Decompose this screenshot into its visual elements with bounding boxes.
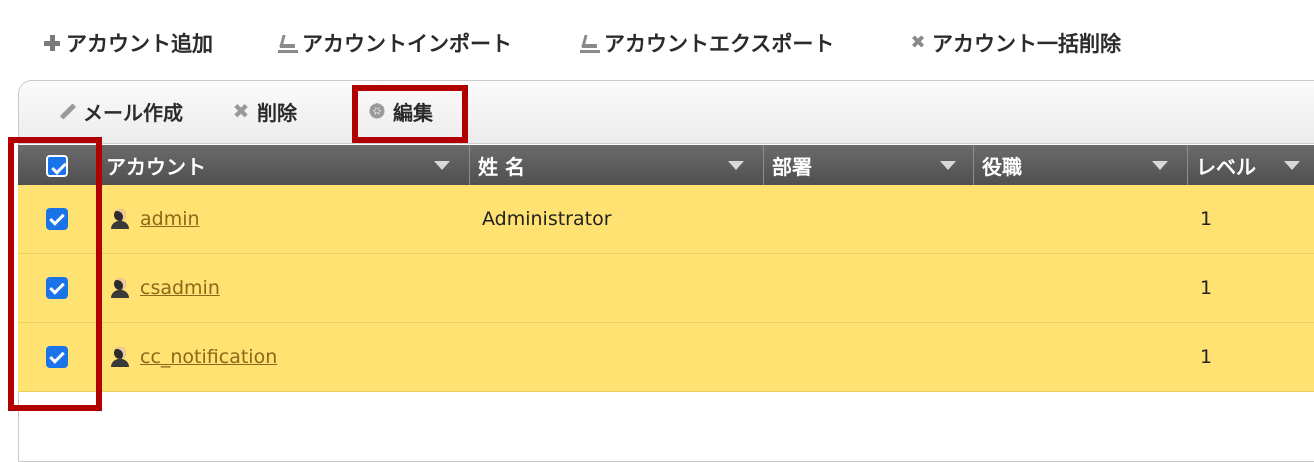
add-account-button[interactable]: アカウント追加 <box>42 28 213 58</box>
import-icon <box>278 33 298 53</box>
sort-arrow-icon[interactable] <box>434 161 450 170</box>
account-link[interactable]: csadmin <box>140 277 220 299</box>
gear-icon <box>367 99 387 123</box>
user-icon <box>110 208 130 230</box>
compose-mail-label: メール作成 <box>83 100 183 125</box>
column-name-label: 姓 名 <box>478 154 525 179</box>
user-icon <box>110 277 130 299</box>
delete-icon: ✖ <box>232 99 250 123</box>
sort-arrow-icon[interactable] <box>1152 161 1168 170</box>
table-row[interactable]: admin Administrator 1 <box>18 185 1314 254</box>
table-row[interactable]: cc_notification 1 <box>18 323 1314 392</box>
account-cell: csadmin <box>98 254 220 322</box>
name-cell <box>470 254 482 322</box>
level-cell: 1 <box>1200 346 1213 368</box>
bulk-delete-label: アカウント一括削除 <box>932 32 1121 56</box>
delete-button[interactable]: ✖ 削除 <box>231 95 297 127</box>
account-link[interactable]: cc_notification <box>140 346 277 368</box>
row-checkbox[interactable] <box>46 346 68 368</box>
top-toolbar: アカウント追加 アカウントインポート アカウントエクスポート ✖ アカウント一括… <box>0 0 1314 82</box>
select-all-checkbox[interactable] <box>46 155 68 177</box>
name-cell <box>470 323 482 391</box>
column-department[interactable]: 部署 <box>764 145 974 185</box>
column-department-label: 部署 <box>772 154 812 179</box>
account-table: アカウント 姓 名 部署 役職 レベル admin Administrator … <box>18 145 1314 392</box>
account-cell: cc_notification <box>98 323 277 391</box>
edit-label: 編集 <box>393 100 433 125</box>
delete-label: 削除 <box>257 100 297 125</box>
column-position-label: 役職 <box>982 154 1022 179</box>
import-account-label: アカウントインポート <box>302 32 512 56</box>
compose-mail-button[interactable]: メール作成 <box>57 95 183 127</box>
level-cell: 1 <box>1200 208 1213 230</box>
column-account[interactable]: アカウント <box>98 145 470 185</box>
row-checkbox[interactable] <box>46 277 68 299</box>
column-position[interactable]: 役職 <box>974 145 1188 185</box>
name-cell: Administrator <box>482 208 612 230</box>
bulk-delete-button[interactable]: ✖ アカウント一括削除 <box>908 28 1121 58</box>
panel-toolbar: メール作成 ✖ 削除 編集 <box>19 81 1314 144</box>
edit-button[interactable]: 編集 <box>367 95 433 127</box>
row-checkbox[interactable] <box>46 208 68 230</box>
account-cell: admin <box>98 185 200 253</box>
sort-arrow-icon[interactable] <box>728 161 744 170</box>
column-level-label: レベル <box>1196 154 1256 179</box>
account-link[interactable]: admin <box>140 208 200 230</box>
table-header: アカウント 姓 名 部署 役職 レベル <box>18 145 1314 185</box>
pencil-icon <box>57 101 77 121</box>
plus-icon <box>42 33 62 53</box>
add-account-label: アカウント追加 <box>66 32 213 56</box>
header-select-cell <box>18 145 98 185</box>
level-cell: 1 <box>1200 277 1213 299</box>
column-account-label: アカウント <box>106 154 206 179</box>
sort-arrow-icon[interactable] <box>1284 161 1300 170</box>
column-level[interactable]: レベル <box>1188 145 1314 185</box>
user-icon <box>110 346 130 368</box>
export-account-button[interactable]: アカウントエクスポート <box>580 28 834 58</box>
bulk-delete-icon: ✖ <box>910 32 926 53</box>
export-icon <box>580 33 600 53</box>
sort-arrow-icon[interactable] <box>940 161 956 170</box>
export-account-label: アカウントエクスポート <box>604 32 835 56</box>
import-account-button[interactable]: アカウントインポート <box>278 28 512 58</box>
table-row[interactable]: csadmin 1 <box>18 254 1314 323</box>
column-name[interactable]: 姓 名 <box>470 145 764 185</box>
